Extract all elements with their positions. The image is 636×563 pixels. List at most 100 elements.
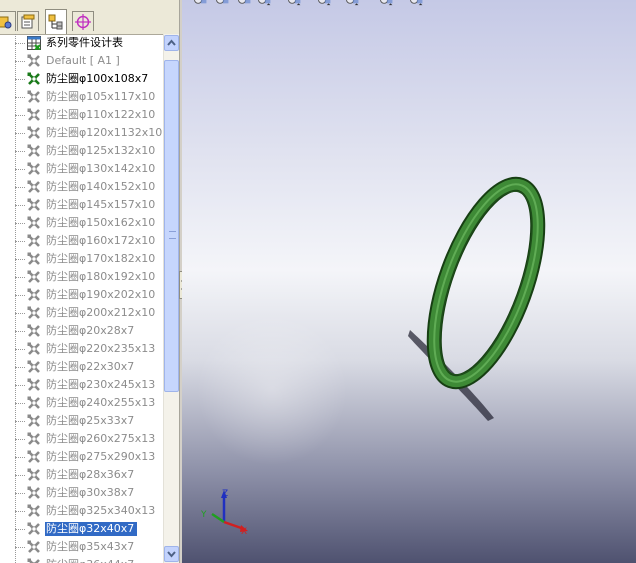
tree-item-label: 防尘圈φ125x132x10 — [46, 144, 156, 157]
chevron-down-icon — [167, 551, 176, 558]
configuration-icon — [27, 144, 40, 157]
tree-connector — [15, 205, 25, 206]
tree-item-label: 防尘圈φ150x162x10 — [46, 216, 156, 229]
configuration-item[interactable]: Default [ A1 ] — [0, 52, 163, 70]
tree-connector — [15, 331, 25, 332]
tree-connector — [15, 475, 25, 476]
configuration-item[interactable]: 防尘圈φ32x40x7 — [0, 520, 163, 538]
tab-configuration-manager[interactable] — [45, 9, 67, 34]
configuration-item[interactable]: 防尘圈φ180x192x10 — [0, 268, 163, 286]
configuration-icon — [27, 198, 40, 211]
scroll-grip — [169, 231, 176, 239]
view-orientation-icon[interactable] — [286, 0, 302, 7]
tree-item-label: 防尘圈φ120x1132x10 — [46, 126, 163, 139]
configuration-item[interactable]: 防尘圈φ20x28x7 — [0, 322, 163, 340]
tree-connector — [15, 151, 25, 152]
tree-connector — [15, 115, 25, 116]
configuration-item[interactable]: 防尘圈φ35x43x7 — [0, 538, 163, 556]
tree-item-label: 防尘圈φ170x182x10 — [46, 252, 156, 265]
tab-dimxpert-manager[interactable] — [72, 11, 94, 31]
tree-connector — [15, 493, 25, 494]
configuration-icon — [27, 540, 40, 553]
configuration-item[interactable]: 防尘圈φ325x340x13 — [0, 502, 163, 520]
configuration-item[interactable]: 防尘圈φ105x117x10 — [0, 88, 163, 106]
configuration-item[interactable]: 防尘圈φ25x33x7 — [0, 412, 163, 430]
zoom-to-area-icon[interactable] — [214, 0, 230, 7]
design-table-icon — [27, 36, 41, 50]
configuration-icon — [27, 252, 40, 265]
configuration-icon — [27, 360, 40, 373]
configuration-item[interactable]: 防尘圈φ100x108x7 — [0, 70, 163, 88]
configuration-item[interactable]: 防尘圈φ275x290x13 — [0, 448, 163, 466]
tree-connector — [15, 529, 25, 530]
configuration-item[interactable]: 防尘圈φ220x235x13 — [0, 340, 163, 358]
configuration-icon — [27, 126, 40, 139]
configuration-item[interactable]: 防尘圈φ30x38x7 — [0, 484, 163, 502]
scroll-down-button[interactable] — [164, 546, 179, 562]
tree-item-label: 防尘圈φ105x117x10 — [46, 90, 156, 103]
tree-connector — [15, 439, 25, 440]
dust-seal-ring-model — [426, 176, 546, 390]
tree-connector — [15, 349, 25, 350]
tab-property-manager[interactable] — [17, 11, 39, 31]
configuration-item[interactable]: 防尘圈φ28x36x7 — [0, 466, 163, 484]
configuration-item[interactable]: 防尘圈φ260x275x13 — [0, 430, 163, 448]
configuration-item[interactable]: 防尘圈φ190x202x10 — [0, 286, 163, 304]
tab-feature-manager[interactable] — [0, 11, 16, 31]
tree-item-label: 防尘圈φ180x192x10 — [46, 270, 156, 283]
configuration-icon — [27, 216, 40, 229]
configuration-item[interactable]: 防尘圈φ36x44x7 — [0, 556, 163, 563]
tree-item-label: 防尘圈φ36x44x7 — [46, 558, 134, 563]
design-table-item[interactable]: 系列零件设计表 — [0, 34, 163, 52]
tree-connector — [15, 43, 25, 44]
configuration-item[interactable]: 防尘圈φ145x157x10 — [0, 196, 163, 214]
scroll-up-button[interactable] — [164, 35, 179, 51]
hide-show-items-icon[interactable] — [344, 0, 360, 7]
configuration-icon — [27, 468, 40, 481]
edit-appearance-icon[interactable] — [378, 0, 394, 7]
section-view-icon[interactable] — [256, 0, 272, 7]
configuration-icon — [27, 306, 40, 319]
tree-connector — [15, 241, 25, 242]
configuration-icon — [27, 396, 40, 409]
chevron-up-icon — [167, 39, 176, 46]
tree-item-label: 防尘圈φ32x40x7 — [45, 522, 138, 536]
scroll-thumb[interactable] — [164, 60, 179, 392]
configuration-item[interactable]: 防尘圈φ170x182x10 — [0, 250, 163, 268]
axis-y-line — [211, 512, 225, 524]
zoom-to-fit-icon[interactable] — [192, 0, 208, 7]
tree-connector — [15, 403, 25, 404]
configuration-active-icon — [27, 72, 40, 85]
configuration-icon — [27, 558, 40, 563]
configuration-item[interactable]: 防尘圈φ150x162x10 — [0, 214, 163, 232]
tree-scrollbar[interactable] — [163, 34, 180, 563]
view-settings-icon[interactable] — [408, 0, 424, 7]
display-style-icon[interactable] — [316, 0, 332, 7]
configuration-item[interactable]: 防尘圈φ120x1132x10 — [0, 124, 163, 142]
tree-item-label: 防尘圈φ275x290x13 — [46, 450, 156, 463]
configuration-item[interactable]: 防尘圈φ230x245x13 — [0, 376, 163, 394]
tree-connector — [15, 313, 25, 314]
configuration-item[interactable]: 防尘圈φ240x255x13 — [0, 394, 163, 412]
axis-z-label: Z — [222, 489, 228, 499]
axis-x-label: X — [241, 527, 247, 537]
tree-item-label: 防尘圈φ140x152x10 — [46, 180, 156, 193]
property-manager-icon — [21, 14, 35, 28]
configuration-tree: 系列零件设计表 Default [ A1 ] 防尘圈φ100x108x7 防尘圈φ10… — [0, 34, 163, 563]
tree-connector — [15, 457, 25, 458]
dimxpert-icon — [75, 13, 91, 30]
tree-connector — [15, 187, 25, 188]
tree-item-label: 防尘圈φ325x340x13 — [46, 504, 156, 517]
configuration-item[interactable]: 防尘圈φ110x122x10 — [0, 106, 163, 124]
tree-connector — [15, 259, 25, 260]
configuration-item[interactable]: 防尘圈φ22x30x7 — [0, 358, 163, 376]
configuration-item[interactable]: 防尘圈φ160x172x10 — [0, 232, 163, 250]
previous-view-icon[interactable] — [236, 0, 252, 7]
graphics-area[interactable]: Z X Y — [182, 0, 636, 563]
viewport-scene: Z X Y — [197, 176, 546, 537]
configuration-item[interactable]: 防尘圈φ140x152x10 — [0, 178, 163, 196]
configuration-item[interactable]: 防尘圈φ125x132x10 — [0, 142, 163, 160]
configuration-item[interactable]: 防尘圈φ200x212x10 — [0, 304, 163, 322]
configuration-icon — [27, 522, 40, 535]
configuration-item[interactable]: 防尘圈φ130x142x10 — [0, 160, 163, 178]
